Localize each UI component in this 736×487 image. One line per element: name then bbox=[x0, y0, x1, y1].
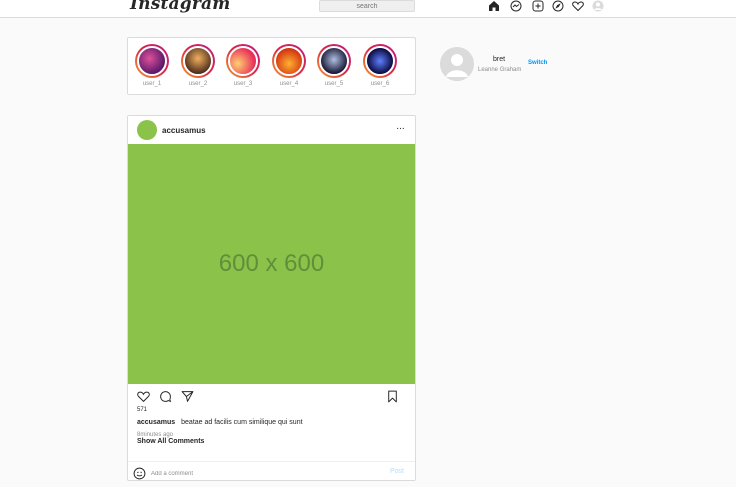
story-avatar bbox=[365, 46, 395, 76]
post-options-button[interactable]: ··· bbox=[396, 123, 405, 134]
story-ring bbox=[363, 44, 397, 78]
show-all-comments-link[interactable]: Show All Comments bbox=[137, 438, 204, 445]
story-label: user_3 bbox=[233, 81, 253, 87]
profile-avatar-icon[interactable] bbox=[592, 0, 604, 12]
default-avatar-icon bbox=[440, 47, 474, 81]
image-placeholder-text: 600 x 600 bbox=[218, 250, 325, 277]
emoji-icon[interactable] bbox=[133, 467, 146, 480]
search-input[interactable] bbox=[319, 0, 415, 12]
post-caption: accusamus beatae ad facilis cum similique… bbox=[137, 419, 303, 426]
stories-tray: user_1 user_2 user_3 user_4 user_5 user_… bbox=[127, 37, 416, 95]
home-icon[interactable] bbox=[488, 0, 500, 12]
caption-text: beatae ad facilis cum similique qui sunt bbox=[181, 419, 303, 426]
sidebar-full-name: Leanne Graham bbox=[478, 67, 522, 73]
messenger-icon[interactable] bbox=[510, 0, 522, 12]
add-comment-row: Post bbox=[128, 461, 415, 481]
story-avatar bbox=[183, 46, 213, 76]
bookmark-icon[interactable] bbox=[386, 390, 399, 403]
story-label: user_4 bbox=[279, 81, 299, 87]
story-item[interactable]: user_5 bbox=[314, 44, 354, 87]
story-label: user_6 bbox=[370, 81, 390, 87]
story-item[interactable]: user_2 bbox=[178, 44, 218, 87]
like-heart-icon[interactable] bbox=[137, 390, 150, 403]
likes-count[interactable]: 571 bbox=[137, 407, 147, 413]
feed-post: accusamus ··· 600 x 600 571 accusamus bea… bbox=[127, 115, 416, 481]
story-label: user_2 bbox=[188, 81, 208, 87]
story-ring bbox=[226, 44, 260, 78]
post-image[interactable]: 600 x 600 bbox=[128, 144, 415, 384]
activity-heart-icon[interactable] bbox=[572, 0, 584, 12]
story-ring bbox=[135, 44, 169, 78]
story-ring bbox=[181, 44, 215, 78]
story-avatar bbox=[137, 46, 167, 76]
new-post-icon[interactable] bbox=[532, 0, 544, 12]
explore-icon[interactable] bbox=[552, 0, 564, 12]
story-item[interactable]: user_6 bbox=[360, 44, 400, 87]
story-avatar bbox=[228, 46, 258, 76]
story-label: user_1 bbox=[142, 81, 162, 87]
share-send-icon[interactable] bbox=[181, 390, 194, 403]
caption-username[interactable]: accusamus bbox=[137, 419, 175, 426]
story-item[interactable]: user_1 bbox=[132, 44, 172, 87]
story-avatar bbox=[319, 46, 349, 76]
post-author-avatar[interactable] bbox=[137, 120, 157, 140]
top-navigation-bar: Instagram bbox=[0, 0, 736, 18]
switch-account-button[interactable]: Switch bbox=[528, 60, 547, 66]
comment-bubble-icon[interactable] bbox=[159, 390, 172, 403]
comment-input[interactable] bbox=[151, 468, 381, 479]
sidebar-avatar[interactable] bbox=[440, 47, 474, 81]
story-ring bbox=[272, 44, 306, 78]
sidebar-username[interactable]: bret bbox=[493, 56, 505, 63]
story-avatar bbox=[274, 46, 304, 76]
story-ring bbox=[317, 44, 351, 78]
post-author-username[interactable]: accusamus bbox=[162, 126, 206, 135]
post-comment-button[interactable]: Post bbox=[390, 468, 404, 475]
story-item[interactable]: user_3 bbox=[223, 44, 263, 87]
story-item[interactable]: user_4 bbox=[269, 44, 309, 87]
instagram-logo[interactable]: Instagram bbox=[130, 0, 230, 14]
story-label: user_5 bbox=[324, 81, 344, 87]
